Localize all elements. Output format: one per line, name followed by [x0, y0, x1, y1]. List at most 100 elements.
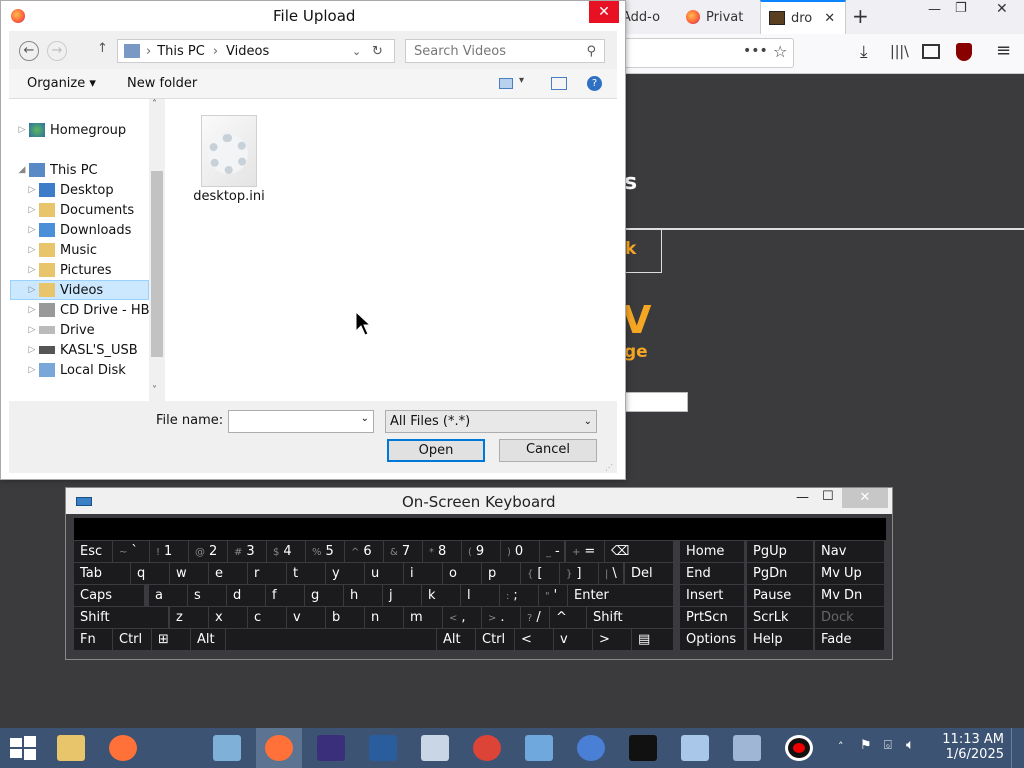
file-item[interactable]: desktop.ini	[189, 115, 269, 207]
tree-item-videos[interactable]: ▷ Videos	[10, 280, 149, 300]
bookmark-star-icon[interactable]: ☆	[773, 42, 787, 61]
flag-icon[interactable]: ⚑	[860, 738, 872, 753]
key-pgdn[interactable]: PgDn	[747, 563, 813, 584]
library-icon[interactable]: |||\	[890, 44, 909, 60]
taskbar-firefox-active-button[interactable]	[256, 728, 302, 768]
key[interactable]: Ctrl	[113, 629, 151, 650]
minimize-icon[interactable]: —	[928, 2, 941, 17]
expand-icon[interactable]: ▷	[27, 365, 37, 375]
key-insert[interactable]: Insert	[680, 585, 744, 606]
key-home[interactable]: Home	[680, 541, 744, 562]
refresh-icon[interactable]: ↻	[372, 44, 383, 59]
expand-icon[interactable]: ▷	[27, 225, 37, 235]
taskbar-record-button[interactable]	[776, 728, 822, 768]
search-input[interactable]: Search Videos ⚲	[405, 39, 605, 63]
expand-icon[interactable]: ▷	[27, 245, 37, 255]
cancel-button[interactable]: Cancel	[499, 439, 597, 462]
key[interactable]: ? /	[521, 607, 549, 628]
key[interactable]: ▤	[632, 629, 673, 650]
key[interactable]: p	[482, 563, 520, 584]
scroll-down-icon[interactable]: ˅	[152, 385, 157, 396]
key[interactable]: Alt	[437, 629, 475, 650]
preview-pane-icon[interactable]	[551, 77, 567, 90]
expand-icon[interactable]: ▷	[27, 305, 37, 315]
key[interactable]: $4	[267, 541, 305, 562]
key[interactable]: * 8	[423, 541, 461, 562]
key[interactable]: w	[170, 563, 208, 584]
page-actions-icon[interactable]: •••	[743, 43, 768, 59]
scroll-thumb[interactable]	[151, 171, 163, 357]
taskbar-powershell-button[interactable]	[360, 728, 406, 768]
key[interactable]: Alt	[191, 629, 225, 650]
key[interactable]: >.	[482, 607, 520, 628]
expand-icon[interactable]: ▷	[27, 265, 37, 275]
key[interactable]: v	[554, 629, 592, 650]
tree-item-usb[interactable]: ▷ KASL'S_USB	[27, 340, 138, 360]
url-bar[interactable]: ••• ☆	[600, 38, 794, 68]
tree-item-cd-drive[interactable]: ▷ CD Drive - HBC	[27, 300, 151, 320]
key-mv-dn[interactable]: Mv Dn	[815, 585, 884, 606]
key[interactable]: ^ 6	[345, 541, 383, 562]
taskbar-image-viewer-button[interactable]	[204, 728, 250, 768]
key-prtscn[interactable]: PrtScn	[680, 607, 744, 628]
key[interactable]: " '	[539, 585, 567, 606]
key[interactable]: d	[227, 585, 265, 606]
taskbar-notepad-button[interactable]	[672, 728, 718, 768]
key[interactable]: b	[326, 607, 364, 628]
new-tab-icon[interactable]: +	[852, 4, 869, 28]
tree-item-music[interactable]: ▷ Music	[27, 240, 97, 260]
key-end[interactable]: End	[680, 563, 744, 584]
key-help[interactable]: Help	[747, 629, 813, 650]
key[interactable]: j	[383, 585, 421, 606]
browser-tab-private[interactable]: Privat	[678, 0, 758, 34]
key[interactable]: + =	[566, 541, 604, 562]
key[interactable]: t	[287, 563, 325, 584]
key-pause[interactable]: Pause	[747, 585, 813, 606]
minimize-icon[interactable]: —	[796, 490, 809, 505]
expand-icon[interactable]: ▷	[27, 205, 37, 215]
key[interactable]: {[	[521, 563, 559, 584]
breadcrumb-videos[interactable]: Videos	[226, 44, 269, 59]
key[interactable]: Esc	[74, 541, 112, 562]
key[interactable]: ⊞	[152, 629, 190, 650]
key-pgup[interactable]: PgUp	[747, 541, 813, 562]
key[interactable]: <,	[443, 607, 481, 628]
key[interactable]: o	[443, 563, 481, 584]
restore-icon[interactable]: ❐	[955, 1, 967, 16]
collapse-icon[interactable]: ◢	[17, 165, 27, 175]
taskbar-chrome-button[interactable]	[464, 728, 510, 768]
key[interactable]: % 5	[306, 541, 344, 562]
tree-item-desktop[interactable]: ▷ Desktop	[27, 180, 114, 200]
key[interactable]: ⌫	[605, 541, 673, 562]
key-options[interactable]: Options	[680, 629, 744, 650]
organize-button[interactable]: Organize ▾	[27, 76, 96, 91]
page-input[interactable]	[624, 392, 688, 412]
taskbar-network-computer-button[interactable]	[724, 728, 770, 768]
key[interactable]: i	[404, 563, 442, 584]
menu-icon[interactable]: ≡	[996, 40, 1011, 61]
browser-tab-active[interactable]: dro ✕	[760, 0, 846, 34]
key[interactable]: Caps	[74, 585, 144, 606]
chevron-down-icon[interactable]: ⌄	[361, 413, 369, 424]
forward-icon[interactable]: →	[47, 41, 67, 61]
chevron-down-icon[interactable]: ⌄	[352, 45, 361, 58]
start-button[interactable]	[0, 728, 46, 768]
file-type-select[interactable]: All Files (*.*) ⌄	[385, 410, 597, 433]
show-desktop-button[interactable]	[1011, 728, 1024, 768]
expand-icon[interactable]: ▷	[27, 345, 37, 355]
key[interactable]: #3	[228, 541, 266, 562]
resize-grip-icon[interactable]: ⋰	[605, 463, 613, 472]
address-bar[interactable]: › This PC › Videos ⌄ ↻	[117, 39, 395, 63]
expand-icon[interactable]: ▷	[17, 125, 27, 135]
key-fade[interactable]: Fade	[815, 629, 884, 650]
key[interactable]: ) 0	[501, 541, 539, 562]
key[interactable]: x	[209, 607, 247, 628]
key[interactable]: >	[593, 629, 631, 650]
key-mv-up[interactable]: Mv Up	[815, 563, 884, 584]
sidebar-icon[interactable]	[922, 44, 940, 59]
key-nav[interactable]: Nav	[815, 541, 884, 562]
key[interactable]: Fn	[74, 629, 112, 650]
key[interactable]: _ -	[540, 541, 564, 562]
key[interactable]: Del	[625, 563, 673, 584]
key[interactable]: v	[287, 607, 325, 628]
